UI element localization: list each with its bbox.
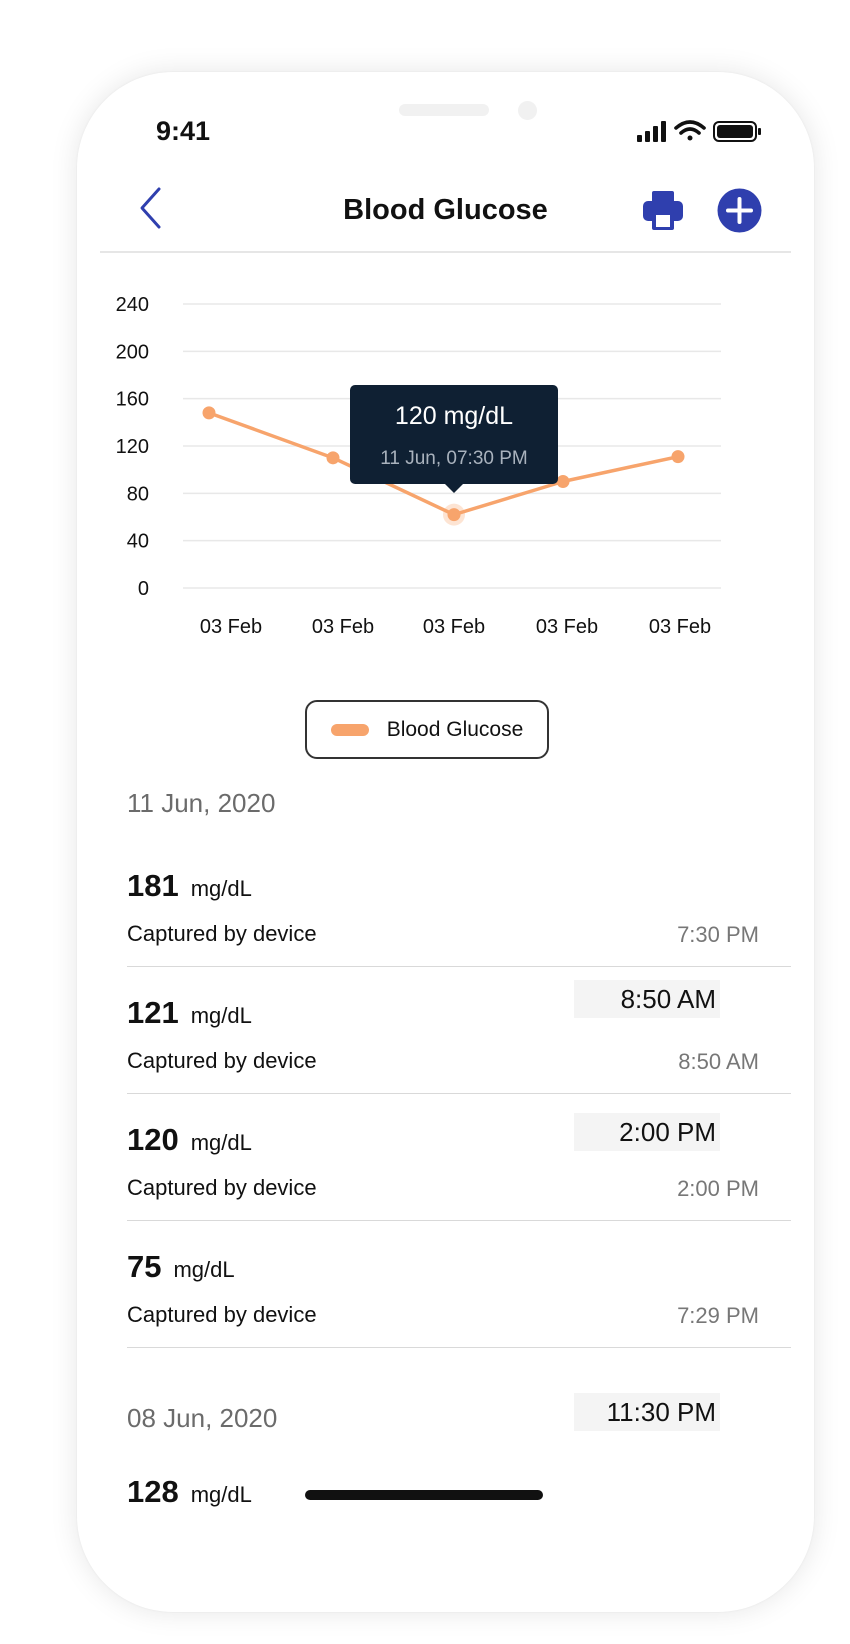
home-indicator [305, 1490, 543, 1500]
y-tick-label: 40 [127, 531, 149, 553]
reading-unit: mg/dL [190, 1003, 252, 1028]
reading-source: Captured by device [127, 1048, 317, 1073]
reading-unit: mg/dL [190, 1482, 252, 1507]
tooltip-box [350, 385, 558, 484]
row-divider [127, 1347, 791, 1348]
data-point [671, 450, 685, 464]
reading-value: 75 mg/dL [127, 1249, 235, 1284]
reading-source: Captured by device [127, 921, 317, 946]
tooltip-pointer [445, 484, 463, 493]
time-chip: 11:30 PM [574, 1393, 720, 1431]
x-tick-label: 03 Feb [536, 616, 598, 638]
x-tick-label: 03 Feb [312, 616, 374, 638]
x-tick-label: 03 Feb [649, 616, 711, 638]
reading-value: 121 mg/dL [127, 995, 252, 1030]
reading-time: 7:30 PM [677, 922, 759, 947]
reading-unit: mg/dL [190, 876, 252, 901]
y-tick-label: 160 [116, 389, 149, 411]
y-tick-label: 80 [127, 483, 149, 505]
y-tick-label: 120 [116, 436, 149, 458]
tooltip-value: 120 mg/dL [395, 402, 513, 430]
reading-row[interactable]: 181 mg/dL Captured by device 7:30 PM [127, 866, 791, 993]
row-divider [127, 1093, 791, 1094]
time-chip: 8:50 AM [574, 980, 720, 1018]
chart-legend[interactable]: Blood Glucose [305, 700, 549, 759]
reading-value: 128 mg/dL [127, 1474, 252, 1509]
reading-unit: mg/dL [190, 1130, 252, 1155]
row-divider [127, 1220, 791, 1221]
time-chip: 2:00 PM [574, 1113, 720, 1151]
legend-label: Blood Glucose [386, 717, 524, 741]
data-point [202, 406, 216, 420]
reading-value: 181 mg/dL [127, 868, 252, 903]
y-tick-label: 200 [116, 341, 149, 363]
reading-time: 7:29 PM [677, 1303, 759, 1328]
row-divider [127, 966, 791, 967]
legend-swatch [330, 723, 369, 736]
y-tick-label: 240 [116, 294, 149, 316]
reading-source: Captured by device [127, 1175, 317, 1200]
x-tick-label: 03 Feb [423, 616, 485, 638]
reading-value: 120 mg/dL [127, 1122, 252, 1157]
reading-time: 8:50 AM [678, 1049, 759, 1074]
section-date: 08 Jun, 2020 [127, 1403, 278, 1433]
selected-point [447, 508, 461, 522]
reading-source: Captured by device [127, 1302, 317, 1327]
section-date: 11 Jun, 2020 [127, 788, 276, 818]
data-point [556, 475, 570, 488]
reading-time: 2:00 PM [677, 1176, 759, 1201]
y-tick-label: 0 [138, 578, 149, 600]
reading-unit: mg/dL [173, 1257, 235, 1282]
reading-row[interactable]: 75 mg/dL Captured by device 7:29 PM [127, 1247, 791, 1374]
tooltip-datetime: 11 Jun, 07:30 PM [380, 448, 528, 469]
data-point [326, 451, 340, 465]
x-tick-label: 03 Feb [200, 616, 262, 638]
phone-frame: 9:41 Blood Glucose 240 200 160 120 80 40… [77, 72, 814, 1612]
